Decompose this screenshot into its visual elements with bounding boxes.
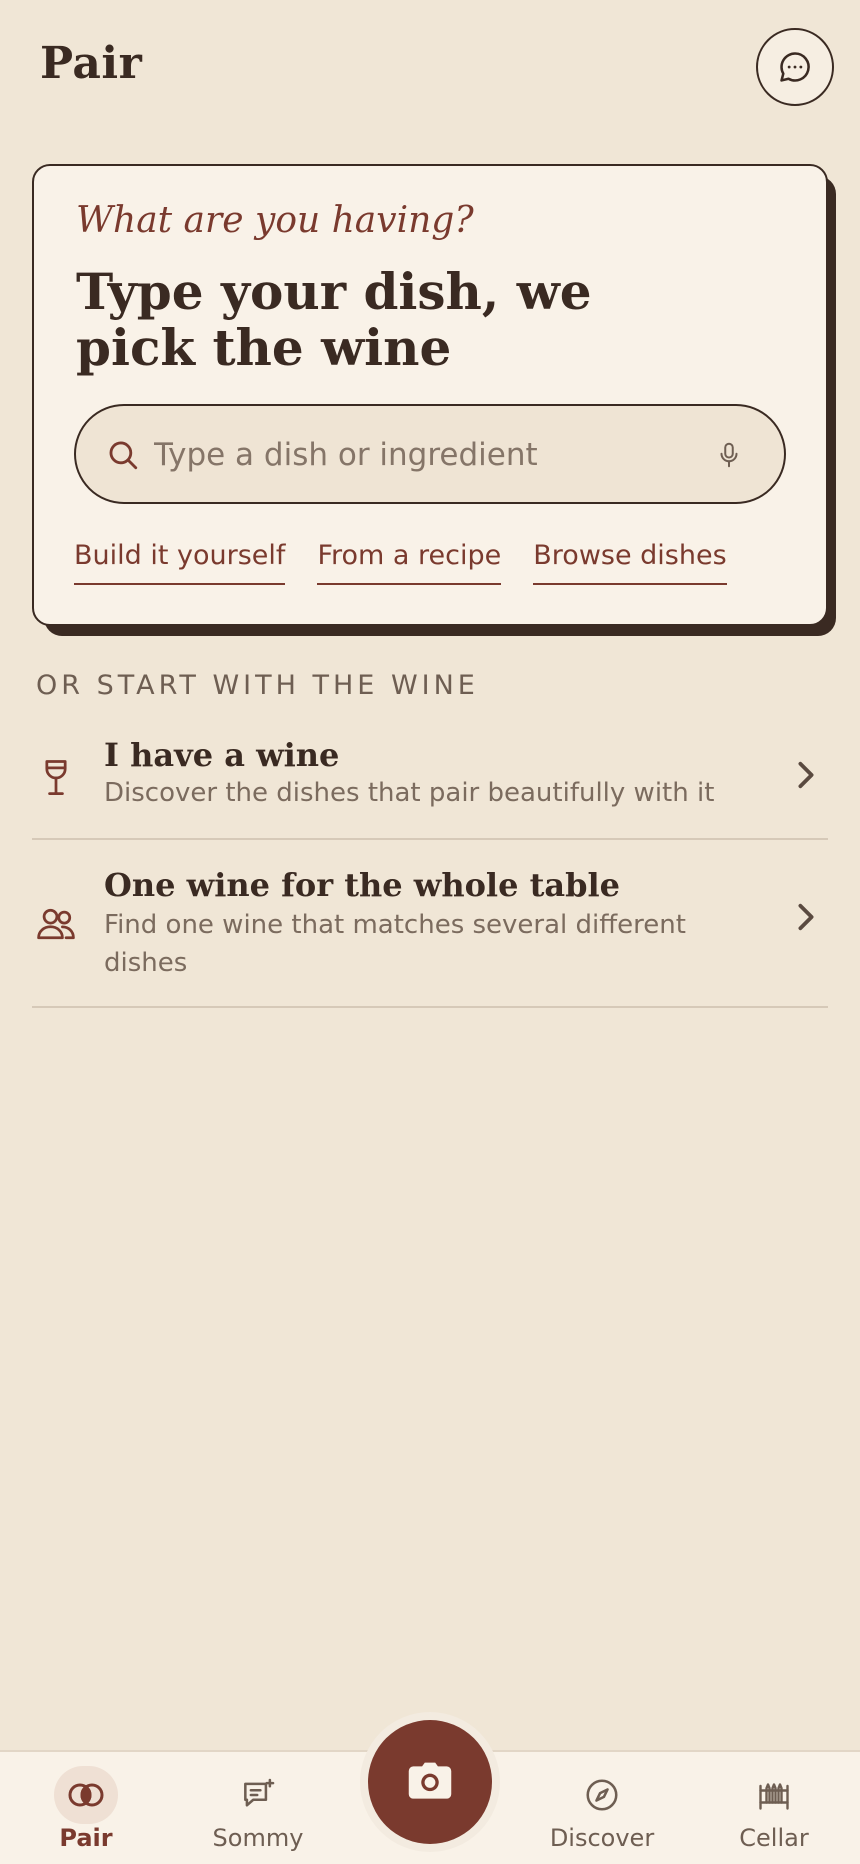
dish-search-box[interactable] bbox=[74, 404, 786, 504]
camera-button[interactable] bbox=[368, 1720, 492, 1844]
compass-icon bbox=[586, 1779, 618, 1811]
nav-label: Cellar bbox=[739, 1824, 809, 1852]
discover-icon-wrap bbox=[570, 1766, 634, 1824]
microphone-icon[interactable] bbox=[714, 438, 744, 472]
dish-search-input[interactable] bbox=[152, 426, 676, 484]
option-i-have-a-wine[interactable]: I have a wine Discover the dishes that p… bbox=[32, 722, 828, 840]
hero-kicker: What are you having? bbox=[76, 200, 474, 241]
pair-icon-wrap bbox=[54, 1766, 118, 1824]
people-icon bbox=[37, 908, 75, 940]
chevron-right-icon bbox=[798, 903, 814, 931]
browse-dishes-link[interactable]: Browse dishes bbox=[533, 540, 727, 585]
hero-links: Build it yourself From a recipe Browse d… bbox=[74, 540, 727, 585]
sommy-chat-icon bbox=[244, 1778, 275, 1807]
from-a-recipe-link[interactable]: From a recipe bbox=[317, 540, 502, 585]
hero-card: What are you having? Type your dish, we … bbox=[32, 164, 828, 626]
page-title: Pair bbox=[40, 38, 143, 89]
nav-label: Sommy bbox=[212, 1824, 304, 1852]
nav-label: Discover bbox=[549, 1824, 655, 1852]
nav-label: Pair bbox=[59, 1824, 113, 1852]
chat-button[interactable] bbox=[756, 28, 834, 106]
section-heading: OR START WITH THE WINE bbox=[36, 670, 479, 701]
option-one-wine-whole-table[interactable]: One wine for the whole table Find one wi… bbox=[32, 840, 828, 1008]
option-description: Find one wine that matches several diffe… bbox=[104, 910, 686, 978]
search-icon bbox=[109, 441, 138, 470]
wine-rack-icon bbox=[759, 1783, 789, 1810]
pair-screen: Pair What are you having? Type your dish… bbox=[0, 0, 860, 1864]
nav-tab-cellar[interactable]: Cellar bbox=[704, 1752, 844, 1864]
nav-tab-pair[interactable]: Pair bbox=[16, 1752, 156, 1864]
wine-glass-icon bbox=[45, 760, 67, 795]
hero-title: Type your dish, we pick the wine bbox=[76, 262, 592, 377]
cellar-icon-wrap bbox=[742, 1766, 806, 1824]
build-it-yourself-link[interactable]: Build it yourself bbox=[74, 540, 286, 585]
chat-bubble-icon bbox=[780, 52, 810, 82]
sommy-icon-wrap bbox=[226, 1766, 290, 1824]
nav-tab-discover[interactable]: Discover bbox=[532, 1752, 672, 1864]
option-title: I have a wine bbox=[104, 736, 340, 774]
option-title: One wine for the whole table bbox=[104, 866, 620, 904]
nav-tab-sommy[interactable]: Sommy bbox=[188, 1752, 328, 1864]
option-description: Discover the dishes that pair beautifull… bbox=[104, 778, 715, 808]
camera-icon bbox=[408, 1762, 452, 1799]
pair-rings-icon bbox=[68, 1783, 104, 1807]
chevron-right-icon bbox=[798, 761, 814, 789]
